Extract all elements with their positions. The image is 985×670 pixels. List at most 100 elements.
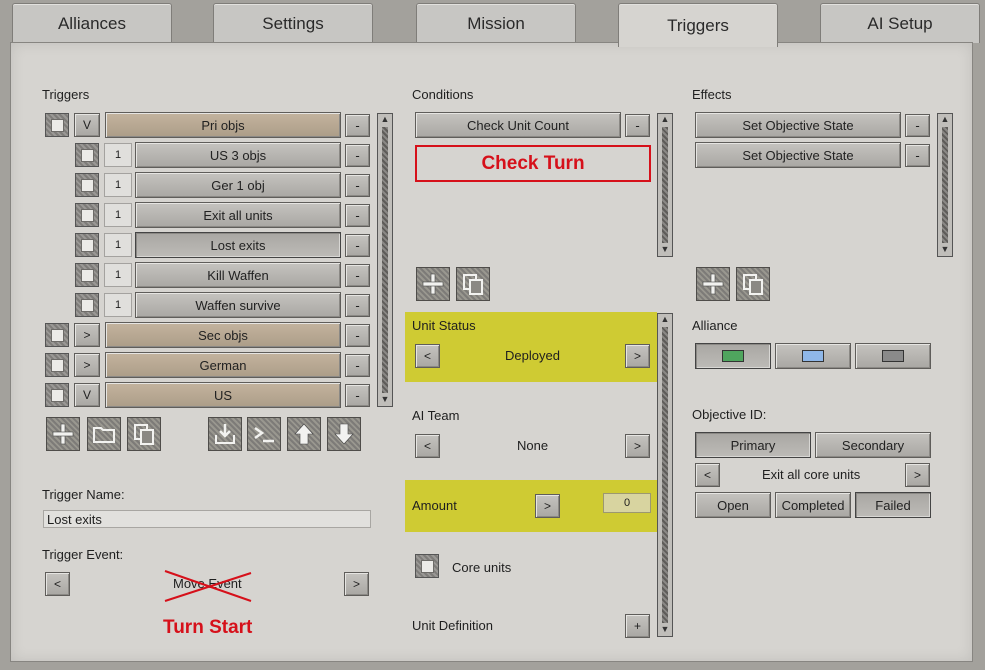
scroll-track[interactable] (662, 327, 668, 623)
alliance-blue-button[interactable] (775, 343, 851, 369)
scroll-track[interactable] (382, 127, 388, 393)
effects-scrollbar[interactable]: ▲ ▼ (937, 113, 953, 257)
trigger-checkbox[interactable] (45, 383, 69, 407)
trigger-checkbox[interactable] (45, 323, 69, 347)
alliance-green-button[interactable] (695, 343, 771, 369)
effect-item-set-objective-state[interactable]: Set Objective State (695, 142, 901, 168)
ai-team-next-button[interactable]: > (625, 434, 650, 458)
triggers-scrollbar[interactable]: ▲ ▼ (377, 113, 393, 407)
strikethrough-mark (164, 570, 252, 602)
scroll-track[interactable] (662, 127, 668, 243)
unit-status-prev-button[interactable]: < (415, 344, 440, 368)
tab-mission[interactable]: Mission (416, 3, 576, 43)
condition-item-check-unit-count[interactable]: Check Unit Count (415, 112, 621, 138)
unit-status-next-button[interactable]: > (625, 344, 650, 368)
tab-ai-setup[interactable]: AI Setup (820, 3, 980, 43)
trigger-item-ger-1-obj[interactable]: Ger 1 obj (135, 172, 341, 198)
trigger-checkbox[interactable] (45, 353, 69, 377)
trigger-item-kill-waffen[interactable]: Kill Waffen (135, 262, 341, 288)
alliance-grey-button[interactable] (855, 343, 931, 369)
trigger-checkbox[interactable] (75, 143, 99, 167)
amount-input[interactable]: 0 (603, 493, 651, 513)
trigger-expand-toggle[interactable]: V (74, 113, 100, 137)
trigger-item-pri-objs[interactable]: Pri objs (105, 112, 341, 138)
trigger-checkbox[interactable] (75, 263, 99, 287)
trigger-checkbox[interactable] (75, 173, 99, 197)
scroll-up-icon[interactable]: ▲ (381, 114, 390, 126)
objective-state-open-button[interactable]: Open (695, 492, 771, 518)
trigger-item-german[interactable]: German (105, 352, 341, 378)
trigger-item-exit-all-units[interactable]: Exit all units (135, 202, 341, 228)
trigger-item-sec-objs[interactable]: Sec objs (105, 322, 341, 348)
trigger-expand-toggle[interactable]: > (74, 323, 100, 347)
add-folder-button[interactable] (87, 417, 121, 451)
scroll-down-icon[interactable]: ▼ (941, 244, 950, 256)
trigger-name-input[interactable]: Lost exits (43, 510, 371, 528)
remove-trigger-button[interactable]: - (345, 384, 370, 407)
scroll-up-icon[interactable]: ▲ (661, 314, 670, 326)
objective-state-completed-button[interactable]: Completed (775, 492, 851, 518)
trigger-item-us[interactable]: US (105, 382, 341, 408)
conditions-heading: Conditions (412, 87, 474, 102)
conditions-scrollbar[interactable]: ▲ ▼ (657, 113, 673, 257)
objective-primary-button[interactable]: Primary (695, 432, 811, 458)
unit-definition-label: Unit Definition (412, 618, 493, 633)
tab-alliances[interactable]: Alliances (12, 3, 172, 43)
scroll-down-icon[interactable]: ▼ (661, 624, 670, 636)
trigger-event-next-button[interactable]: > (344, 572, 369, 596)
trigger-expand-toggle[interactable]: V (74, 383, 100, 407)
check-turn-annotation: Check Turn (481, 152, 585, 174)
remove-trigger-button[interactable]: - (345, 114, 370, 137)
copy-condition-button[interactable] (456, 267, 490, 301)
remove-effect-button[interactable]: - (905, 144, 930, 167)
trigger-item-us-3-objs[interactable]: US 3 objs (135, 142, 341, 168)
add-effect-button[interactable] (696, 267, 730, 301)
core-units-checkbox[interactable] (415, 554, 439, 578)
add-trigger-button[interactable] (46, 417, 80, 451)
tab-label: Triggers (667, 15, 729, 35)
scroll-track[interactable] (942, 127, 948, 243)
core-units-label: Core units (452, 560, 512, 575)
remove-effect-button[interactable]: - (905, 114, 930, 137)
script-button[interactable] (247, 417, 281, 451)
effect-item-set-objective-state[interactable]: Set Objective State (695, 112, 901, 138)
remove-trigger-button[interactable]: - (345, 204, 370, 227)
turn-start-annotation: Turn Start (163, 617, 253, 638)
tab-settings[interactable]: Settings (213, 3, 373, 43)
remove-trigger-button[interactable]: - (345, 324, 370, 347)
trigger-checkbox[interactable] (45, 113, 69, 137)
trigger-checkbox[interactable] (75, 233, 99, 257)
amount-increment-button[interactable]: > (535, 494, 560, 518)
ai-team-prev-button[interactable]: < (415, 434, 440, 458)
copy-effect-button[interactable] (736, 267, 770, 301)
add-condition-button[interactable] (416, 267, 450, 301)
scroll-up-icon[interactable]: ▲ (661, 114, 670, 126)
objective-prev-button[interactable]: < (695, 463, 720, 487)
trigger-checkbox[interactable] (75, 293, 99, 317)
move-down-button[interactable] (327, 417, 361, 451)
trigger-item-waffen-survive[interactable]: Waffen survive (135, 292, 341, 318)
trigger-expand-toggle[interactable]: > (74, 353, 100, 377)
objective-secondary-button[interactable]: Secondary (815, 432, 931, 458)
trigger-checkbox[interactable] (75, 203, 99, 227)
move-up-button[interactable] (287, 417, 321, 451)
remove-trigger-button[interactable]: - (345, 264, 370, 287)
remove-trigger-button[interactable]: - (345, 234, 370, 257)
scroll-down-icon[interactable]: ▼ (661, 244, 670, 256)
remove-trigger-button[interactable]: - (345, 294, 370, 317)
objective-state-failed-button[interactable]: Failed (855, 492, 931, 518)
remove-trigger-button[interactable]: - (345, 354, 370, 377)
tab-triggers[interactable]: Triggers (618, 3, 778, 47)
trigger-item-lost-exits[interactable]: Lost exits (135, 232, 341, 258)
remove-condition-button[interactable]: - (625, 114, 650, 137)
remove-trigger-button[interactable]: - (345, 174, 370, 197)
add-unit-definition-button[interactable]: + (625, 614, 650, 638)
scroll-up-icon[interactable]: ▲ (941, 114, 950, 126)
remove-trigger-button[interactable]: - (345, 144, 370, 167)
scroll-down-icon[interactable]: ▼ (381, 394, 390, 406)
trigger-event-prev-button[interactable]: < (45, 572, 70, 596)
objective-next-button[interactable]: > (905, 463, 930, 487)
import-button[interactable] (208, 417, 242, 451)
copy-trigger-button[interactable] (127, 417, 161, 451)
condition-params-scrollbar[interactable]: ▲ ▼ (657, 313, 673, 637)
